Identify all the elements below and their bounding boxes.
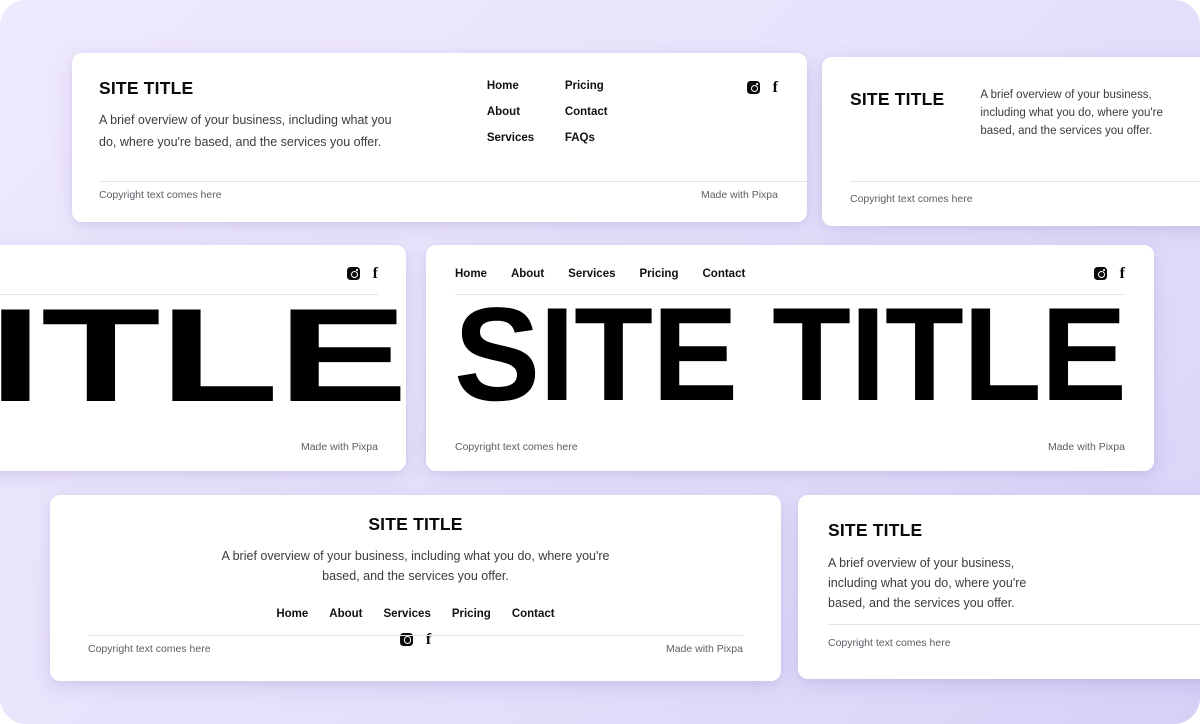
nav-link-services[interactable]: Services <box>384 608 431 620</box>
nav-link-faqs[interactable]: FAQs <box>565 132 635 144</box>
nav-link-services[interactable]: Services <box>568 268 615 280</box>
footer-templates-gallery: SITE TITLE A brief overview of your busi… <box>0 0 1200 724</box>
facebook-icon[interactable]: f <box>773 80 778 96</box>
facebook-icon[interactable]: f <box>373 266 378 282</box>
nav-link-home[interactable]: Home <box>487 80 565 92</box>
footer-card-6[interactable]: SITE TITLE A brief overview of your busi… <box>798 495 1200 679</box>
made-with-text: Made with Pixpa <box>665 643 743 655</box>
site-title: SITE TITLE <box>99 78 194 98</box>
footer-card-4[interactable]: Home About Services Pricing Contact f SI… <box>426 245 1154 471</box>
made-with-text: Made with Pixpa <box>700 189 778 201</box>
footer-divider <box>850 181 1200 182</box>
nav-link-pricing[interactable]: Pricing <box>565 80 635 92</box>
nav-link-home[interactable]: Home <box>455 268 487 280</box>
nav-link-home[interactable]: Home <box>276 608 308 620</box>
nav-link-contact[interactable]: Contact <box>512 608 555 620</box>
footer-nav: Home About Services Pricing Contact <box>50 608 781 620</box>
made-with-text: Made with Pixpa <box>1047 441 1125 453</box>
site-title: SITE TITLE <box>828 520 923 540</box>
site-title: SITE TITLE <box>850 89 945 109</box>
social-links: f <box>346 266 378 282</box>
social-links: f <box>746 80 778 96</box>
footer-nav: Home About Services Pricing Contact <box>455 268 745 280</box>
social-links: f <box>1093 266 1125 282</box>
instagram-icon[interactable] <box>746 81 760 94</box>
nav-link-contact[interactable]: Contact <box>565 106 635 118</box>
nav-link-pricing[interactable]: Pricing <box>640 268 679 280</box>
copyright-text: Copyright text comes here <box>88 643 211 655</box>
site-blurb: A brief overview of your business, inclu… <box>99 113 392 149</box>
site-blurb: A brief overview of your business, inclu… <box>828 556 1027 610</box>
nav-link-contact[interactable]: Contact <box>702 268 745 280</box>
nav-link-about[interactable]: About <box>487 106 565 118</box>
footer-divider <box>99 181 807 182</box>
footer-nav: Home Pricing About Contact Services FAQs <box>487 80 635 144</box>
site-blurb: A brief overview of your business, inclu… <box>980 89 1163 137</box>
nav-link-services[interactable]: Services <box>487 132 565 144</box>
site-blurb: A brief overview of your business, inclu… <box>221 549 610 584</box>
nav-link-about[interactable]: About <box>329 608 362 620</box>
copyright-text: Copyright text comes here <box>99 189 222 201</box>
instagram-icon[interactable] <box>1093 267 1107 280</box>
site-title: SITE TITLE <box>368 514 463 534</box>
nav-link-pricing[interactable]: Pricing <box>452 608 491 620</box>
footer-divider <box>88 635 743 636</box>
footer-divider <box>828 624 1200 625</box>
footer-card-2[interactable]: SITE TITLE A brief overview of your busi… <box>822 57 1200 226</box>
giant-site-title: TITLE <box>0 282 406 430</box>
instagram-icon[interactable] <box>346 267 360 280</box>
made-with-text: Made with Pixpa <box>300 441 378 453</box>
footer-card-5[interactable]: SITE TITLE A brief overview of your busi… <box>50 495 781 681</box>
facebook-icon[interactable]: f <box>1120 266 1125 282</box>
copyright-text: Copyright text comes here <box>455 441 578 453</box>
footer-card-1[interactable]: SITE TITLE A brief overview of your busi… <box>72 53 807 222</box>
footer-card-3[interactable]: f TITLE Made with Pixpa <box>0 245 406 471</box>
nav-link-about[interactable]: About <box>511 268 544 280</box>
giant-site-title: SITE TITLE <box>454 281 1127 429</box>
copyright-text: Copyright text comes here <box>850 193 973 205</box>
copyright-text: Copyright text comes here <box>828 637 951 649</box>
